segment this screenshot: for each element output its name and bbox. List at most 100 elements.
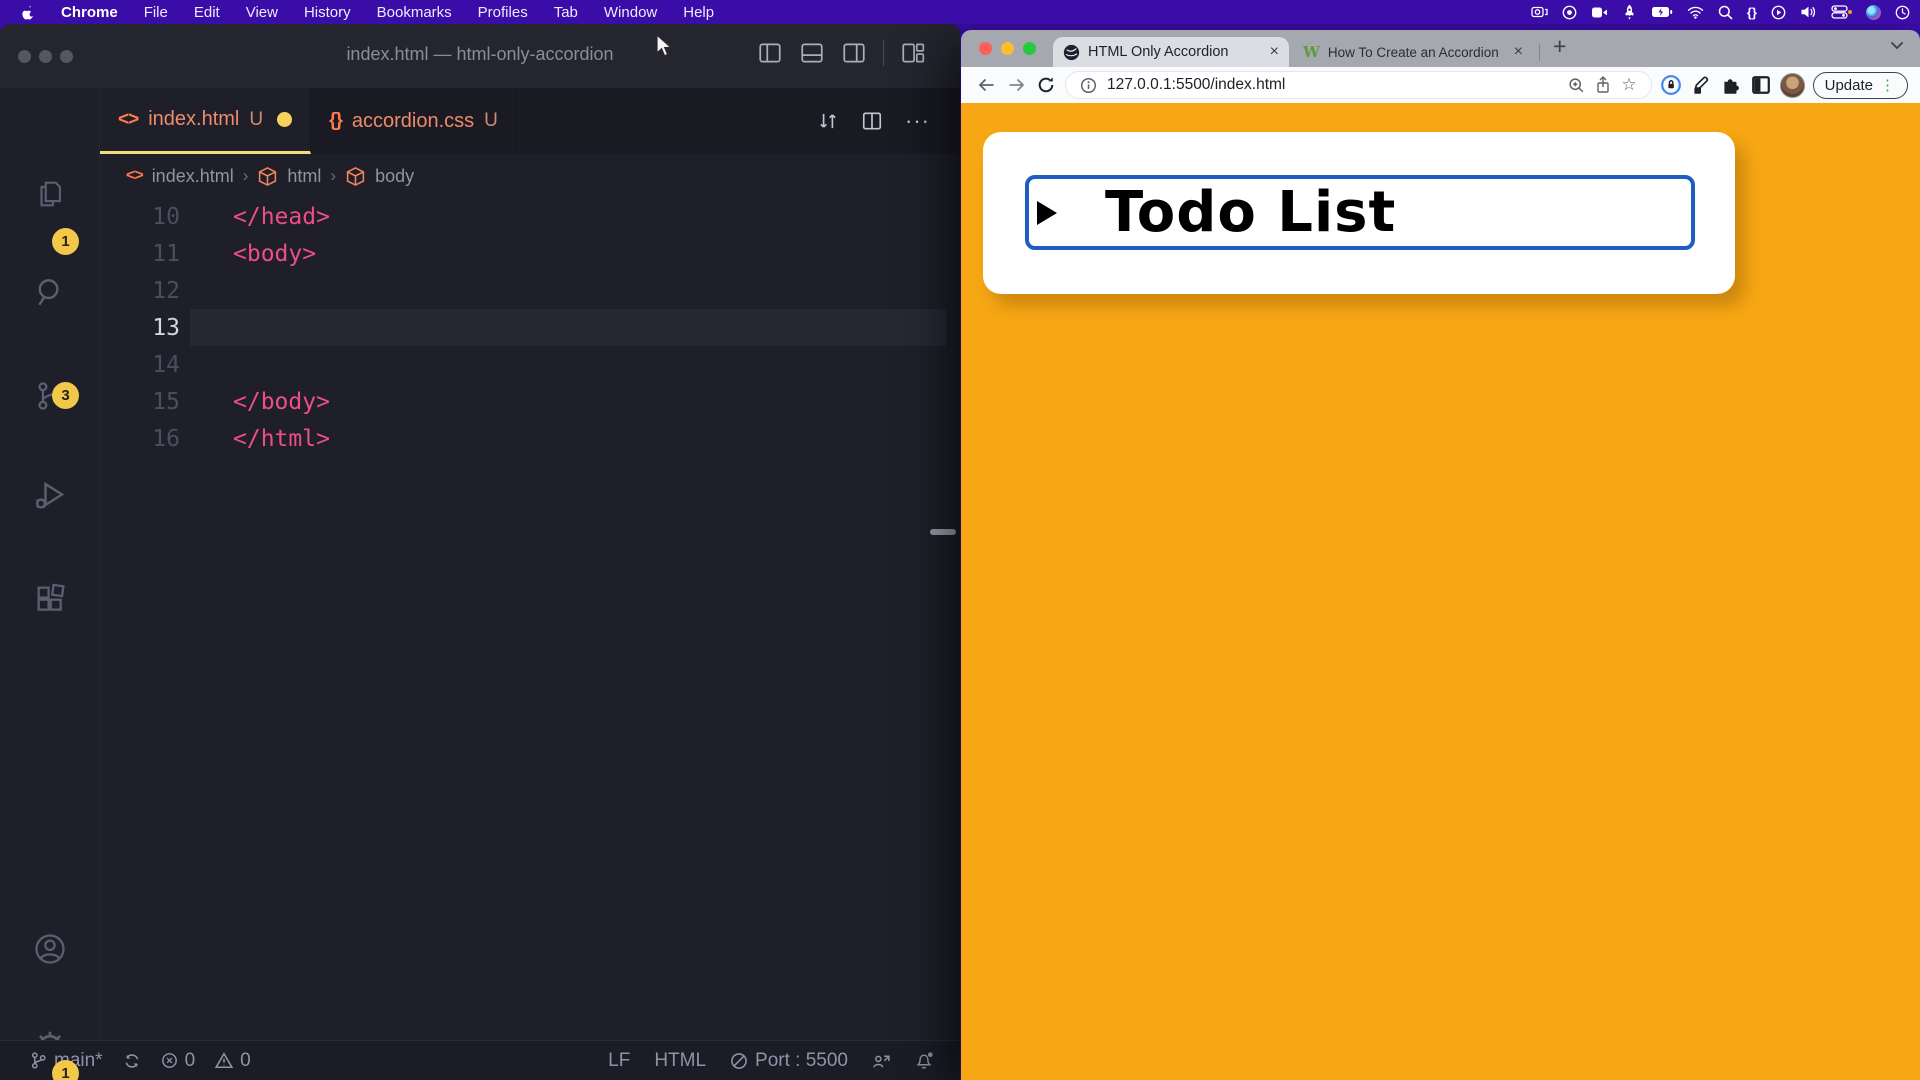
tab-html-only-accordion[interactable]: HTML Only Accordion ×	[1053, 37, 1289, 67]
siri-icon[interactable]	[1866, 0, 1881, 24]
menu-item-bookmarks[interactable]: Bookmarks	[377, 4, 452, 21]
toggle-panel-bottom-icon[interactable]	[799, 40, 825, 66]
live-server-port[interactable]: Port : 5500	[730, 1050, 848, 1072]
breadcrumb: <> index.html › html › body	[100, 154, 960, 198]
vscode-window: index.html — html-only-accordion 1	[0, 24, 960, 1080]
menu-item-history[interactable]: History	[304, 4, 351, 21]
errors-item[interactable]: 0	[161, 1050, 196, 1072]
battery-charging-icon[interactable]	[1651, 0, 1673, 24]
toggle-panel-right-icon[interactable]	[841, 40, 867, 66]
vscode-activity-bar: 1 3 1	[0, 88, 100, 1040]
extensions-puzzle-icon[interactable]	[1720, 74, 1742, 96]
tab-label: accordion.css	[352, 110, 474, 133]
search-icon[interactable]	[1718, 0, 1733, 24]
feedback-person-icon[interactable]	[872, 1052, 891, 1070]
macos-menu-bar: Chrome File Edit View History Bookmarks …	[0, 0, 1920, 24]
tab-how-to-create-accordion[interactable]: W How To Create an Accordion ×	[1293, 37, 1533, 67]
site-info-icon[interactable]	[1080, 77, 1097, 94]
dark-globe-favicon	[1063, 44, 1080, 61]
menu-item-help[interactable]: Help	[683, 4, 714, 21]
new-tab-button[interactable]: +	[1553, 33, 1566, 60]
code-line: 16</html>	[100, 420, 960, 457]
vscode-title-bar[interactable]: index.html — html-only-accordion	[0, 24, 960, 88]
zoom-in-icon[interactable]	[1568, 77, 1585, 94]
wifi-icon[interactable]	[1687, 0, 1704, 24]
control-center-icon[interactable]	[1831, 0, 1852, 24]
toggle-panel-left-icon[interactable]	[757, 40, 783, 66]
eol-indicator[interactable]: LF	[608, 1050, 630, 1072]
scrollbar-handle[interactable]	[930, 529, 956, 535]
forward-button[interactable]	[1005, 77, 1027, 93]
close-window-button[interactable]	[979, 42, 992, 55]
apple-menu[interactable]	[20, 4, 35, 21]
clock-icon[interactable]	[1895, 0, 1910, 24]
tab-accordion-css[interactable]: {} accordion.css U	[311, 88, 517, 154]
code-line: 12	[100, 272, 960, 309]
web-page: Todo List	[961, 103, 1920, 1080]
share-icon[interactable]	[1595, 76, 1611, 94]
close-tab-icon[interactable]: ×	[1514, 43, 1523, 61]
open-changes-icon[interactable]	[817, 110, 839, 132]
bookmark-star-icon[interactable]: ☆	[1621, 75, 1636, 95]
menu-status-icons: {}	[1531, 0, 1910, 24]
mouse-cursor	[655, 34, 675, 63]
settings-badge: 1	[52, 1060, 79, 1080]
menu-item-tab[interactable]: Tab	[554, 4, 578, 21]
menu-item-edit[interactable]: Edit	[194, 4, 220, 21]
code-editor[interactable]: 10</head> 11<body> 12 13 14 15</body> 16…	[100, 198, 960, 1040]
run-debug-icon[interactable]	[32, 478, 68, 514]
explorer-badge: 1	[52, 228, 79, 255]
warnings-item[interactable]: 0	[215, 1050, 251, 1072]
breadcrumb-separator: ›	[330, 166, 336, 186]
reload-button[interactable]	[1035, 76, 1057, 94]
vscode-editor-tabs: <> index.html U {} accordion.css U ···	[100, 88, 960, 154]
dark-mode-square-icon[interactable]	[1750, 75, 1772, 95]
search-sidebar-icon[interactable]	[33, 275, 67, 309]
play-circle-icon[interactable]	[1771, 0, 1786, 24]
password-lock-extension-icon[interactable]	[1660, 74, 1682, 96]
account-icon[interactable]	[32, 931, 68, 967]
extensions-icon[interactable]	[33, 582, 67, 616]
tab-search-chevron-icon[interactable]	[1890, 41, 1904, 50]
language-mode[interactable]: HTML	[654, 1050, 706, 1072]
tab-index-html[interactable]: <> index.html U	[100, 88, 311, 154]
explorer-icon[interactable]	[33, 177, 67, 211]
zoom-window-button[interactable]	[1023, 42, 1036, 55]
menu-item-view[interactable]: View	[246, 4, 278, 21]
close-tab-icon[interactable]: ×	[1270, 43, 1279, 61]
sync-changes-button[interactable]	[123, 1052, 141, 1070]
color-picker-extension-icon[interactable]	[1690, 74, 1712, 96]
browser-menu-dots-icon[interactable]: ⋮	[1880, 76, 1896, 94]
unsaved-dot-icon[interactable]	[277, 112, 292, 127]
volume-icon[interactable]	[1800, 0, 1817, 24]
notifications-bell-icon[interactable]	[915, 1051, 934, 1070]
address-bar[interactable]: 127.0.0.1:5500/index.html ☆	[1065, 71, 1652, 99]
menu-item-profiles[interactable]: Profiles	[478, 4, 528, 21]
menu-item-window[interactable]: Window	[604, 4, 657, 21]
vscode-status-bar: main* 0 0 LF HTML Port : 5500	[0, 1040, 960, 1080]
html-file-icon: <>	[126, 167, 143, 185]
chrome-window: HTML Only Accordion × W How To Create an…	[961, 30, 1920, 1080]
cube-icon	[345, 166, 366, 187]
record-icon[interactable]	[1562, 0, 1577, 24]
breadcrumb-html[interactable]: html	[287, 166, 321, 187]
code-braces-icon[interactable]: {}	[1747, 0, 1757, 24]
split-editor-icon[interactable]	[861, 110, 883, 132]
code-line: 11<body>	[100, 235, 960, 272]
profile-avatar[interactable]	[1780, 73, 1805, 98]
accordion-summary[interactable]: Todo List	[1025, 175, 1695, 250]
menu-item-file[interactable]: File	[144, 4, 168, 21]
minimize-window-button[interactable]	[1001, 42, 1014, 55]
breadcrumb-file[interactable]: index.html	[152, 166, 234, 187]
url-text[interactable]: 127.0.0.1:5500/index.html	[1107, 76, 1558, 94]
customize-layout-icon[interactable]	[900, 40, 926, 66]
update-chrome-button[interactable]: Update ⋮	[1813, 72, 1908, 99]
more-actions-icon[interactable]: ···	[905, 108, 930, 134]
camera-icon[interactable]	[1531, 0, 1548, 24]
video-camera-icon[interactable]	[1591, 0, 1608, 24]
menu-item-chrome[interactable]: Chrome	[61, 4, 118, 21]
back-button[interactable]	[975, 77, 997, 93]
rocket-icon[interactable]	[1622, 0, 1637, 24]
breadcrumb-body[interactable]: body	[375, 166, 414, 187]
wikihow-favicon: W	[1303, 43, 1320, 61]
